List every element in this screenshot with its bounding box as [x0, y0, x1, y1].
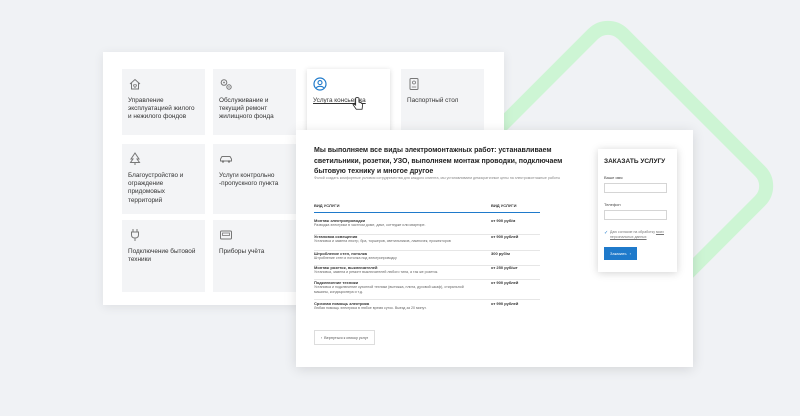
service-tile-label: Приборы учёта [219, 248, 265, 255]
consent-checkbox[interactable]: ✓ [604, 230, 608, 236]
service-tile-label: Услуга консьержа [313, 97, 366, 104]
detail-intro: Фолой создать комфортные условия сотрудн… [314, 176, 561, 180]
service-tile-label: Подключение бытовой техники [128, 248, 196, 264]
table-row: Монтаж электропроводки Разводка электрик… [314, 218, 540, 235]
service-tile-label: Паспортный стол [407, 97, 459, 104]
service-tile-landscaping[interactable]: Благоустройство и ограждение придомовых … [122, 144, 205, 214]
row-price: от 900 руб/м [491, 218, 516, 223]
service-tile-passport[interactable]: Паспортный стол [401, 69, 484, 135]
service-tile-management[interactable]: Управление эксплуатацией жилого и нежило… [122, 69, 205, 135]
passport-icon [409, 78, 419, 90]
table-row: Подключение техники Установка и подключе… [314, 280, 540, 300]
table-row: Срочная помощь электрика Любая помощь эл… [314, 301, 540, 316]
service-tile-maintenance[interactable]: Обслуживание и текущий ремонт жилищного … [213, 69, 296, 135]
car-icon [220, 156, 232, 163]
row-service-desc: Любая помощь электрика в любое время сут… [314, 306, 427, 310]
row-price: от 250 руб/шт [491, 265, 518, 270]
detail-title: Мы выполняем все виды электромонтажных р… [314, 147, 563, 175]
user-circle-icon [313, 77, 327, 91]
tree-icon [129, 152, 141, 165]
consent-text: Даю согласие на обработку моих персональ… [610, 230, 672, 239]
row-service-desc: Штробление стен и потолка под электропро… [314, 256, 397, 260]
table-row: Установка освещения Установка и замена л… [314, 234, 540, 251]
row-price: от 900 рублей [491, 234, 519, 239]
row-price: 300 руб/м [491, 251, 510, 256]
service-tile-appliances[interactable]: Подключение бытовой техники [122, 220, 205, 292]
name-field[interactable] [604, 183, 667, 193]
column-header-price: ВИД УСЛУГИ [491, 203, 517, 208]
phone-field[interactable] [604, 210, 667, 220]
house-heart-icon [129, 78, 141, 90]
service-tile-concierge[interactable]: Услуга консьержа [307, 69, 390, 135]
plug-icon [131, 229, 139, 241]
price-table-header: ВИД УСЛУГИ ВИД УСЛУГИ [314, 198, 540, 213]
row-price: от 900 рублей [491, 280, 519, 285]
service-tile-label: Управление эксплуатацией жилого и нежило… [128, 97, 195, 121]
service-tile-label: Обслуживание и текущий ремонт жилищного … [219, 97, 274, 121]
meter-icon [220, 230, 232, 240]
chevron-right-icon: › [629, 251, 631, 256]
column-header-service: ВИД УСЛУГИ [314, 203, 340, 208]
submit-label: Заказать [610, 251, 627, 256]
service-tile-label: Услуги контрольно -пропускного пункта [219, 172, 279, 188]
consent-label: Даю согласие на обработку [610, 230, 655, 234]
table-row: Монтаж розеток, выключателей Установка, … [314, 265, 540, 280]
service-tile-label: Благоустройство и ограждение придомовых … [128, 172, 184, 204]
order-form: ЗАКАЗАТЬ УСЛУГУ Ваше имя Телефон ✓ Даю с… [598, 149, 677, 272]
table-row: Штробление стен, потолка Штробление стен… [314, 251, 540, 266]
row-price: от 990 рублей [491, 301, 519, 306]
row-service-desc: Разводка электрики в частном доме, даче,… [314, 223, 426, 227]
back-button-label: Вернуться к списку услуг [324, 335, 369, 340]
row-service-desc: Установка, замена и ремонт выключателей … [314, 270, 439, 274]
submit-order-button[interactable]: Заказать › [604, 247, 637, 260]
service-tile-checkpoint[interactable]: Услуги контрольно -пропускного пункта [213, 144, 296, 214]
name-label: Ваше имя [604, 175, 623, 180]
service-tile-meters[interactable]: Приборы учёта [213, 220, 296, 292]
order-form-title: ЗАКАЗАТЬ УСЛУГУ [604, 158, 666, 165]
hand-cursor-icon [352, 97, 364, 110]
phone-label: Телефон [604, 202, 621, 207]
row-service-desc: Установка и подключение кухонной техники… [314, 285, 464, 294]
chevron-left-icon: ‹ [320, 335, 323, 340]
row-service-desc: Установка и замена люстр, бра, торшеров,… [314, 239, 451, 243]
gears-icon [220, 79, 232, 90]
back-to-services-button[interactable]: ‹ Вернуться к списку услуг [314, 330, 375, 345]
